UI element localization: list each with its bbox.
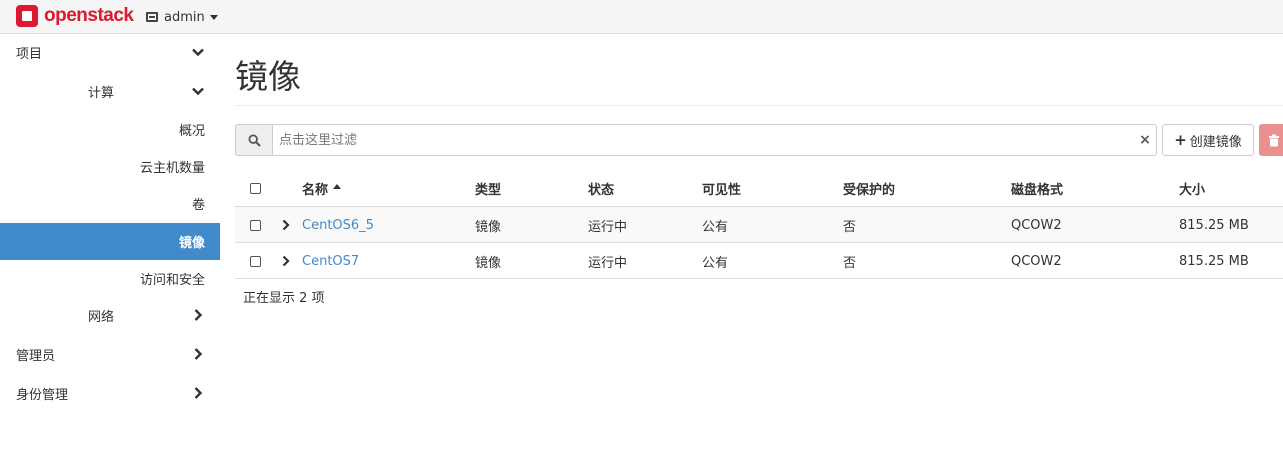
column-header-size: 大小 xyxy=(1179,182,1206,198)
image-status: 运行中 xyxy=(588,255,628,271)
table-row: CentOS6_5 镜像 运行中 公有 否 QCOW2 815.25 MB xyxy=(235,206,1283,242)
sidebar-item-access-security[interactable]: 访问和安全 xyxy=(0,260,220,297)
sidebar-item-label: 卷 xyxy=(191,198,205,213)
column-header-label: 名称 xyxy=(302,182,329,198)
trash-icon xyxy=(1269,134,1279,146)
image-disk-format: QCOW2 xyxy=(1011,253,1062,269)
table-bottom-border xyxy=(235,278,1283,279)
plus-icon: + xyxy=(1174,131,1187,149)
filter-bar: × xyxy=(235,124,1157,156)
image-protected: 否 xyxy=(843,219,857,235)
sort-ascending-icon xyxy=(333,183,342,189)
image-name-link[interactable]: CentOS7 xyxy=(302,243,359,279)
column-header-status: 状态 xyxy=(588,182,615,198)
select-all-checkbox[interactable] xyxy=(250,170,261,206)
main-content: 镜像 × + 创建镜像 名称 类型 状态 可见性 受保护的 磁盘格式 大小 xyxy=(235,34,1283,451)
page-title: 镜像 xyxy=(235,57,301,96)
sidebar-item-instances[interactable]: 云主机数量 xyxy=(0,148,220,185)
sidebar: 项目 计算 概况 云主机数量 卷 镜像 访问和安全 网络 管理员 身份管理 xyxy=(0,34,220,451)
create-image-label: 创建镜像 xyxy=(1189,134,1242,150)
sidebar-item-identity[interactable]: 身份管理 xyxy=(0,375,220,412)
column-header-type: 类型 xyxy=(475,182,502,198)
delete-images-button[interactable] xyxy=(1259,124,1283,156)
project-icon xyxy=(146,12,158,22)
sidebar-item-overview[interactable]: 概况 xyxy=(0,111,220,148)
sidebar-item-label: 网络 xyxy=(88,310,115,325)
top-navbar: openstack admin xyxy=(0,0,1283,34)
column-header-visibility: 可见性 xyxy=(702,182,742,198)
sidebar-item-volumes[interactable]: 卷 xyxy=(0,185,220,222)
table-row: CentOS7 镜像 运行中 公有 否 QCOW2 815.25 MB xyxy=(235,242,1283,278)
chevron-down-icon xyxy=(190,83,206,99)
image-size: 815.25 MB xyxy=(1179,217,1249,233)
sidebar-item-label: 概况 xyxy=(178,124,205,139)
sidebar-item-label: 管理员 xyxy=(16,349,56,364)
table-header-row: 名称 类型 状态 可见性 受保护的 磁盘格式 大小 xyxy=(235,170,1283,206)
sidebar-item-network[interactable]: 网络 xyxy=(0,297,220,334)
image-protected: 否 xyxy=(843,255,857,271)
search-icon[interactable] xyxy=(236,125,273,155)
sidebar-item-admin[interactable]: 管理员 xyxy=(0,336,220,373)
brand-name: openstack xyxy=(44,5,134,26)
image-size: 815.25 MB xyxy=(1179,253,1249,269)
sidebar-item-label: 项目 xyxy=(16,47,43,62)
project-dropdown[interactable]: admin xyxy=(146,8,218,26)
chevron-right-icon xyxy=(190,385,206,401)
clear-filter-icon[interactable]: × xyxy=(1134,125,1156,155)
image-type: 镜像 xyxy=(475,219,502,235)
image-type: 镜像 xyxy=(475,255,502,271)
image-visibility: 公有 xyxy=(702,219,729,235)
sidebar-item-project[interactable]: 项目 xyxy=(0,34,220,71)
image-visibility: 公有 xyxy=(702,255,729,271)
column-header-name[interactable]: 名称 xyxy=(302,170,342,206)
column-header-protected: 受保护的 xyxy=(843,182,896,198)
chevron-right-icon xyxy=(190,346,206,362)
sidebar-item-compute[interactable]: 计算 xyxy=(0,73,220,110)
sidebar-item-label: 计算 xyxy=(88,86,115,101)
sidebar-item-label: 访问和安全 xyxy=(139,273,205,288)
expand-row-icon[interactable] xyxy=(281,207,291,243)
item-count-text: 正在显示 2 项 xyxy=(243,291,325,306)
sidebar-item-label: 镜像 xyxy=(178,236,205,251)
expand-row-icon[interactable] xyxy=(281,243,291,279)
caret-down-icon xyxy=(209,14,218,20)
image-disk-format: QCOW2 xyxy=(1011,217,1062,233)
project-label: admin xyxy=(164,9,205,25)
create-image-button[interactable]: + 创建镜像 xyxy=(1162,124,1254,156)
column-header-disk-format: 磁盘格式 xyxy=(1011,182,1064,198)
openstack-logo-mark-icon xyxy=(16,5,38,27)
title-divider xyxy=(235,105,1283,106)
chevron-down-icon xyxy=(190,44,206,60)
openstack-logo[interactable]: openstack xyxy=(16,4,134,28)
sidebar-item-label: 云主机数量 xyxy=(139,161,205,176)
image-name-link[interactable]: CentOS6_5 xyxy=(302,207,374,243)
row-checkbox[interactable] xyxy=(250,207,261,243)
chevron-right-icon xyxy=(190,307,206,323)
row-checkbox[interactable] xyxy=(250,243,261,279)
sidebar-item-images[interactable]: 镜像 xyxy=(0,223,220,260)
filter-input[interactable] xyxy=(273,125,1134,155)
sidebar-item-label: 身份管理 xyxy=(16,388,69,403)
image-status: 运行中 xyxy=(588,219,628,235)
